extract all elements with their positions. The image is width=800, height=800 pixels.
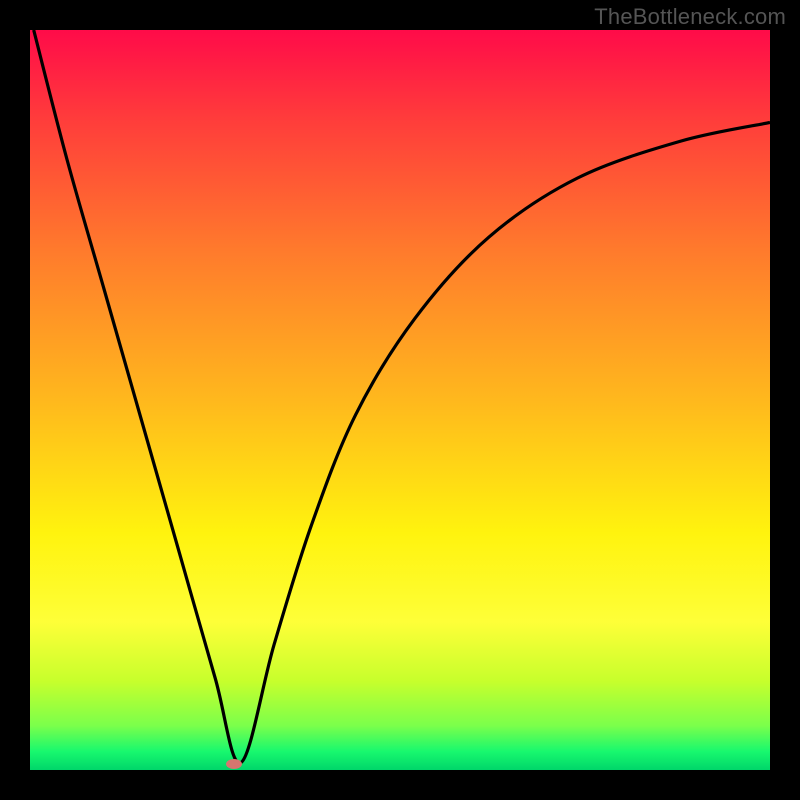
minimum-marker <box>226 759 242 769</box>
bottleneck-curve <box>34 30 770 763</box>
watermark-text: TheBottleneck.com <box>594 4 786 30</box>
chart-frame: TheBottleneck.com <box>0 0 800 800</box>
curve-layer <box>30 30 770 770</box>
plot-area <box>30 30 770 770</box>
